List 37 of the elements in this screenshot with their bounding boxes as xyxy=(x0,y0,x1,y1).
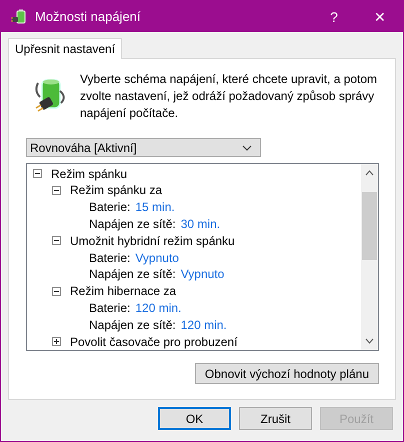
window-title: Možnosti napájení xyxy=(35,9,142,24)
scroll-up-icon[interactable] xyxy=(365,170,374,176)
help-button[interactable]: ? xyxy=(311,1,357,32)
battery-plug-icon xyxy=(11,8,27,24)
setting-value-link[interactable]: Vypnuto xyxy=(135,250,179,265)
tree-item[interactable]: Režim spánku xyxy=(51,166,128,181)
tree-item[interactable]: Umožnit hybridní režim spánku xyxy=(70,234,235,248)
dialog-button[interactable]: Zrušit xyxy=(239,407,312,430)
setting-value-link[interactable]: 120 min. xyxy=(135,301,182,315)
scrollbar[interactable] xyxy=(361,164,378,350)
chevron-down-icon xyxy=(242,144,252,151)
tab[interactable]: Upřesnit nastavení xyxy=(8,38,122,59)
setting-value-link[interactable]: 15 min. xyxy=(135,200,175,214)
scroll-down-icon[interactable] xyxy=(365,338,374,344)
tree-item[interactable]: Povolit časovače pro probuzení xyxy=(70,334,238,349)
setting-value-link[interactable]: Vypnuto xyxy=(180,267,224,282)
dialog-button[interactable]: OK xyxy=(158,407,231,430)
expander-icon[interactable] xyxy=(33,169,42,178)
expander-icon[interactable] xyxy=(52,236,61,246)
expander-icon[interactable] xyxy=(52,337,61,346)
setting-label: Baterie: xyxy=(89,301,130,315)
setting-value-link[interactable]: 30 min. xyxy=(180,217,220,232)
description-text: Vyberte schéma napájení, které chcete upravit, a potom zvolte nastavení, jež odráží požadovaný způsob správy napájení počítače. xyxy=(80,71,378,122)
setting-label: Napájen ze sítě: xyxy=(89,267,176,282)
setting-label: Baterie: xyxy=(89,250,130,265)
expander-icon[interactable] xyxy=(52,186,61,195)
setting-value-link[interactable]: 120 min. xyxy=(180,318,227,332)
setting-label: Baterie: xyxy=(89,200,130,214)
setting-label: Napájen ze sítě: xyxy=(89,217,176,232)
setting-label: Napájen ze sítě: xyxy=(89,318,176,332)
scroll-thumb[interactable] xyxy=(362,192,377,260)
restore-defaults-button[interactable]: Obnovit výchozí hodnoty plánu xyxy=(194,363,379,384)
tree-item[interactable]: Režim spánku za xyxy=(70,183,162,198)
close-button[interactable]: ✕ xyxy=(357,1,403,32)
plan-dropdown[interactable]: Rovnováha [Aktivní] xyxy=(26,138,261,158)
tree-item[interactable]: Režim hibernace za xyxy=(70,284,176,298)
expander-icon[interactable] xyxy=(52,286,61,296)
